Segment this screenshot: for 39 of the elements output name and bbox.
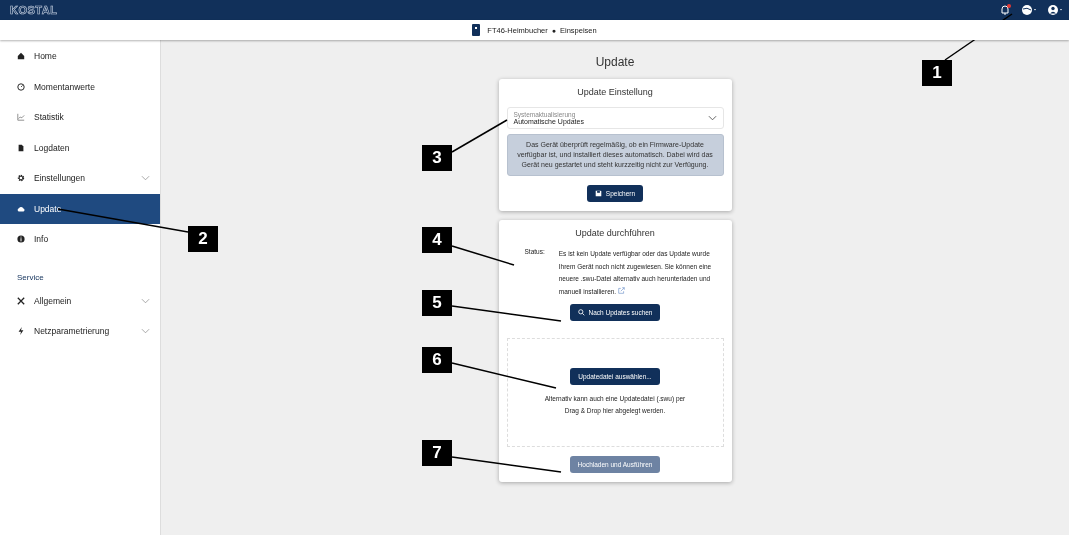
tools-icon xyxy=(17,296,25,305)
callout-number: 4 xyxy=(422,227,452,253)
sidebar-item[interactable]: Info xyxy=(0,224,160,255)
callout-number: 1 xyxy=(922,60,952,86)
sidebar-item[interactable]: Momentanwerte xyxy=(0,71,160,102)
callout-number: 6 xyxy=(422,347,452,373)
info-icon xyxy=(17,235,25,244)
sidebar-item[interactable]: Update xyxy=(0,193,160,224)
cloud-icon xyxy=(17,204,25,213)
card-title: Update durchführen xyxy=(574,228,656,238)
callout-number: 3 xyxy=(422,145,452,171)
callout-number: 2 xyxy=(188,226,218,252)
inverter-icon xyxy=(472,24,481,36)
search-icon xyxy=(577,309,585,316)
house-icon xyxy=(17,52,25,61)
sidebar-item[interactable]: Home xyxy=(0,41,160,72)
card-title: Update Einstellung xyxy=(576,87,654,97)
leader-line xyxy=(451,119,508,153)
sidebar-item[interactable]: Statistik xyxy=(0,102,160,133)
sidebar-item[interactable]: Netzparametrierung xyxy=(0,316,160,347)
line-chart-icon xyxy=(17,113,25,122)
user-icon[interactable] xyxy=(1047,4,1063,16)
sidebar-item[interactable]: Allgemein xyxy=(0,285,160,316)
page-title: Update xyxy=(595,55,635,69)
leader-line xyxy=(451,245,515,266)
chevron-down-icon xyxy=(141,297,150,304)
section-label: Service xyxy=(16,271,45,284)
callout-number: 7 xyxy=(422,440,452,466)
gear-icon xyxy=(17,174,25,183)
chevron-down-icon xyxy=(707,115,717,121)
chevron-down-icon xyxy=(141,328,150,335)
sidebar-item[interactable]: Einstellungen xyxy=(0,163,160,194)
sidebar-item[interactable]: Logdaten xyxy=(0,132,160,163)
lightning-icon xyxy=(17,327,25,336)
callout-number: 5 xyxy=(422,290,452,316)
logo: KOSTAL xyxy=(10,4,58,16)
document-icon xyxy=(17,143,25,152)
chevron-down-icon xyxy=(141,175,150,182)
bell-icon[interactable] xyxy=(999,4,1011,16)
